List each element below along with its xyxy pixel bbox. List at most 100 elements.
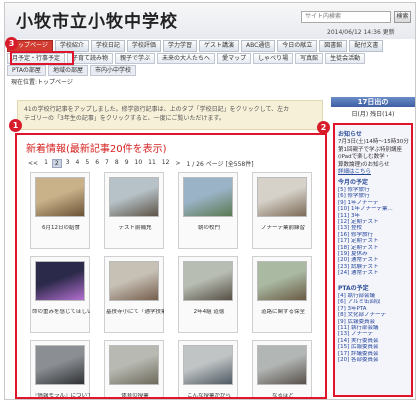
article-caption[interactable]: 基技寺小にて「通学技業の見方」講演 xyxy=(106,309,164,316)
pager-page-link[interactable]: 12 xyxy=(160,159,172,168)
sidebar-notice-text: 7月3日(土)14時～15時30分 第1回親子で学ぶ特別講座(iPadで楽しむ数… xyxy=(338,139,410,177)
notice-box: 41の学校行記事をアップしました。修学旅行記事は、上のタブ「学校日記」をクリック… xyxy=(17,100,323,130)
sidebar-month-list: [5] 修学旅行 [6] 修学旅行 [9] 1年ノナーデ [10] 1年ノナーデ業..… xyxy=(338,187,411,277)
article-thumbnail[interactable]: 『情報モラル』についての xyxy=(30,340,90,397)
annotation-badge-1: 1 xyxy=(9,119,22,132)
page-frame: 小牧市立小牧中学校 サイト内検索 検索 2014/06/12 14:36 更新 … xyxy=(4,2,416,400)
pager-page-link[interactable]: 4 xyxy=(74,159,82,168)
pager-page-link[interactable]: 11 xyxy=(146,159,158,168)
article-caption[interactable]: こんな授業がから xyxy=(180,393,238,397)
article-thumbnail[interactable]: 6月12日の給食 xyxy=(30,172,90,249)
sidebar-list-item[interactable]: [20] 各部委員会 xyxy=(338,357,411,363)
sidebar-notice-line: 算数論理)のお知らせ xyxy=(338,161,390,168)
breadcrumb: 現在位置:トップページ xyxy=(11,79,73,86)
article-photo[interactable] xyxy=(257,345,307,385)
nav-tab-city-schools[interactable]: 市内小中学校 xyxy=(89,65,136,76)
sidebar-notice-line: 第1回親子で学ぶ特別講座(iPadで楽しむ数学・ xyxy=(338,146,403,161)
nav-tab-future[interactable]: 未来の大人たちへ xyxy=(157,53,216,64)
article-photo[interactable] xyxy=(257,177,307,217)
pager-page-link[interactable]: 1 xyxy=(42,159,50,168)
article-thumbnail[interactable]: 体育の授業 xyxy=(104,340,164,397)
pager-prev[interactable]: << xyxy=(26,160,40,167)
article-thumbnail[interactable]: テスト前補充 xyxy=(104,172,164,249)
pager-page-link[interactable]: 3 xyxy=(64,159,72,168)
article-photo[interactable] xyxy=(35,177,85,217)
sidebar-info-panel: お知らせ 7月3日(土)14時～15時30分 第1回親子で学ぶ特別講座(iPad… xyxy=(333,123,413,397)
article-photo[interactable] xyxy=(183,261,233,301)
nav-tab-docs[interactable]: 配付文書 xyxy=(349,40,384,52)
article-thumbnail[interactable]: 基技寺小にて「通学技業の見方」講演 xyxy=(104,256,164,333)
pager-page-link[interactable]: 7 xyxy=(103,159,111,168)
pagination: << 1 2 3 4 5 6 7 8 9 10 11 12 > 1 / 26 ページ [全558件] xyxy=(26,159,256,168)
pager-page-link[interactable]: 9 xyxy=(123,159,131,168)
new-articles-title: 新着情報(最新記事20件を表示) xyxy=(26,144,167,155)
sidebar-pta-heading: PTAの予定 xyxy=(338,285,369,292)
article-caption[interactable]: 朝の校門 xyxy=(180,225,238,232)
article-caption[interactable]: 『情報モラル』についての xyxy=(32,393,90,397)
sidebar-notice-line: 7月3日(土)14時～15時30分 xyxy=(338,139,409,145)
pager-page-link[interactable]: 10 xyxy=(133,159,145,168)
nav-tab-library[interactable]: 図書館 xyxy=(319,40,348,52)
nav-tab-photos[interactable]: 写真館 xyxy=(295,53,324,64)
sidebar-pta-list: [4] 執行部会議 [6] アルミ缶回収 [7] 3年PTA [8] 文化部ノナーデ[… xyxy=(338,293,411,363)
nav-tab-talk[interactable]: しゃべり場 xyxy=(253,53,294,64)
nav-tab-guest[interactable]: ゲスト講演 xyxy=(198,40,239,52)
article-thumbnail[interactable]: 命の重みを感じてほしい xyxy=(30,256,90,333)
pager-page-link[interactable]: 8 xyxy=(113,159,121,168)
pager-page-link[interactable]: 6 xyxy=(93,159,101,168)
pager-next[interactable]: > xyxy=(173,160,182,167)
article-caption[interactable]: 6月12日の給食 xyxy=(32,225,90,232)
annotation-badge-3: 3 xyxy=(5,37,18,50)
room-nav: PTAの部屋 地域の部屋 市内小中学校 xyxy=(5,65,415,76)
article-photo[interactable] xyxy=(35,345,85,385)
pager-page-link[interactable]: 2 xyxy=(51,159,62,168)
pager-summary: 1 / 26 ページ [全558件] xyxy=(186,161,254,168)
sidebar-month-heading: 今月の予定 xyxy=(338,179,369,186)
article-thumbnail[interactable]: ノナーデ業前練習 xyxy=(252,172,312,249)
nav-tab-school-diary[interactable]: 学校日記 xyxy=(90,40,125,52)
nav-tab-menu[interactable]: 今日の献立 xyxy=(277,40,318,52)
site-header: 小牧市立小牧中学校 サイト内検索 検索 2014/06/12 14:36 更新 xyxy=(5,3,415,39)
nav-tab-map[interactable]: 愛マップ xyxy=(217,53,252,64)
nav-tab-student-council[interactable]: 生徒会活動 xyxy=(325,53,366,64)
article-caption[interactable]: テスト前補充 xyxy=(106,225,164,232)
article-caption[interactable]: 道路に関する保全 xyxy=(254,309,312,316)
nav-tab-pta[interactable]: PTAの部屋 xyxy=(7,65,46,76)
site-title: 小牧市立小牧中学校 xyxy=(16,12,178,32)
new-articles-panel: 新着情報(最新記事20件を表示) << 1 2 3 4 5 6 7 8 9 10 11 12 > 1 … xyxy=(15,133,327,399)
article-caption[interactable]: なるほど xyxy=(254,393,312,397)
article-caption[interactable]: 命の重みを感じてほしい xyxy=(32,309,90,316)
sidebar-notice-link[interactable]: 詳細はこちら xyxy=(338,169,410,177)
sidebar-list-item[interactable]: [24] 通常テスト xyxy=(338,270,411,276)
notice-line-1: 41の学校行記事をアップしました。修学旅行記事は、上のタブ「学校日記」をクリック… xyxy=(24,106,290,113)
article-photo[interactable] xyxy=(109,177,159,217)
nav-tab-school-eval[interactable]: 学校評価 xyxy=(126,40,161,52)
article-thumbnail[interactable]: なるほど xyxy=(252,340,312,397)
annotation-badge-2: 2 xyxy=(317,121,330,134)
article-caption[interactable]: 2年4組 道徳 xyxy=(180,309,238,316)
article-thumbnail[interactable]: 道路に関する保全 xyxy=(252,256,312,333)
article-thumbnail[interactable]: 2年4組 道徳 xyxy=(178,256,238,333)
update-date: 2014/06/12 14:36 更新 xyxy=(327,29,395,36)
nav-tab-region[interactable]: 地域の部屋 xyxy=(47,65,88,76)
sidebar-date: 日(月) 残日(14) xyxy=(351,111,395,118)
article-photo[interactable] xyxy=(35,261,85,301)
article-photo[interactable] xyxy=(257,261,307,301)
search-input[interactable]: サイト内検索 xyxy=(301,11,391,23)
article-caption[interactable]: ノナーデ業前練習 xyxy=(254,225,312,232)
sidebar-calendar-head: 17日出の xyxy=(331,97,415,107)
article-caption[interactable]: 体育の授業 xyxy=(106,393,164,397)
search-button[interactable]: 検索 xyxy=(394,11,411,23)
highlight-schedule-tab xyxy=(10,51,74,65)
notice-line-2: テゴリーの「3年生の記事」をクリックすると、一度にご覧いただけます。 xyxy=(24,115,225,122)
article-thumbnail[interactable]: こんな授業がから xyxy=(178,340,238,397)
article-thumbnail[interactable]: 朝の校門 xyxy=(178,172,238,249)
pager-page-link[interactable]: 5 xyxy=(83,159,91,168)
article-photo[interactable] xyxy=(109,345,159,385)
article-photo[interactable] xyxy=(183,345,233,385)
article-photo[interactable] xyxy=(109,261,159,301)
nav-tab-family-learn[interactable]: 親子で学ぶ xyxy=(115,53,156,64)
nav-tab-study[interactable]: 学力学習 xyxy=(162,40,197,52)
nav-tab-abc[interactable]: ABC通信 xyxy=(240,40,276,52)
article-photo[interactable] xyxy=(183,177,233,217)
